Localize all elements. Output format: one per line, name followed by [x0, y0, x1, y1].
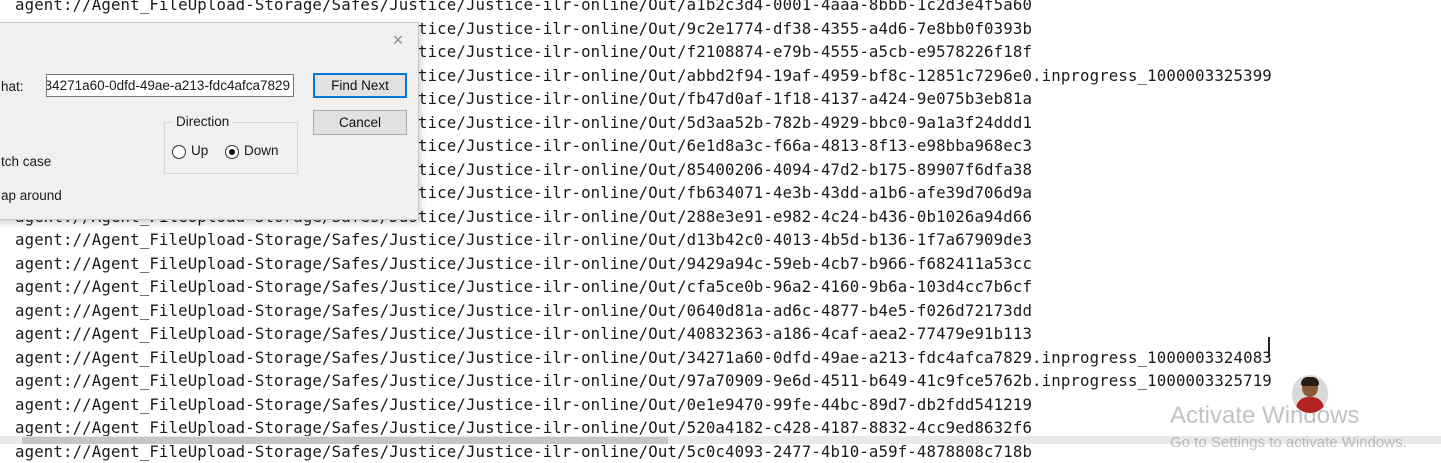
editor-line: agent://Agent_FileUpload-Storage/Safes/J…	[15, 393, 1032, 417]
editor-line: agent://Agent_FileUpload-Storage/Safes/J…	[15, 0, 1032, 17]
cancel-button[interactable]: Cancel	[313, 110, 407, 135]
direction-down-label: Down	[244, 143, 279, 158]
scrollbar-thumb[interactable]	[22, 437, 668, 444]
close-icon[interactable]: ×	[388, 31, 408, 51]
find-what-label: hat:	[1, 79, 24, 94]
editor-line: agent://Agent_FileUpload-Storage/Safes/J…	[15, 346, 1272, 370]
activate-windows-subtitle: Go to Settings to activate Windows.	[1170, 434, 1407, 451]
webcam-avatar	[1292, 375, 1328, 413]
direction-up-radio[interactable]	[172, 145, 186, 159]
editor-line: agent://Agent_FileUpload-Storage/Safes/J…	[15, 275, 1032, 299]
direction-group: Direction Up Down	[164, 122, 298, 174]
match-case-checkbox[interactable]: tch case	[1, 154, 51, 169]
find-dialog: × hat: 34271a60-0dfd-49ae-a213-fdc4afca7…	[0, 22, 419, 220]
direction-label: Direction	[173, 114, 232, 129]
editor-line: agent://Agent_FileUpload-Storage/Safes/J…	[15, 228, 1032, 252]
editor-line: agent://Agent_FileUpload-Storage/Safes/J…	[15, 322, 1032, 346]
editor-line: agent://Agent_FileUpload-Storage/Safes/J…	[15, 299, 1032, 323]
activate-windows-title: Activate Windows	[1170, 402, 1359, 430]
editor-line: agent://Agent_FileUpload-Storage/Safes/J…	[15, 369, 1272, 393]
editor-line: agent://Agent_FileUpload-Storage/Safes/J…	[15, 252, 1032, 276]
mouse-ibeam-cursor	[1268, 337, 1270, 357]
wrap-around-checkbox[interactable]: ap around	[1, 188, 62, 203]
find-what-input[interactable]: 34271a60-0dfd-49ae-a213-fdc4afca7829	[46, 74, 294, 97]
direction-up-label: Up	[191, 143, 208, 158]
direction-down-radio[interactable]	[225, 145, 239, 159]
find-next-button[interactable]: Find Next	[313, 73, 407, 98]
